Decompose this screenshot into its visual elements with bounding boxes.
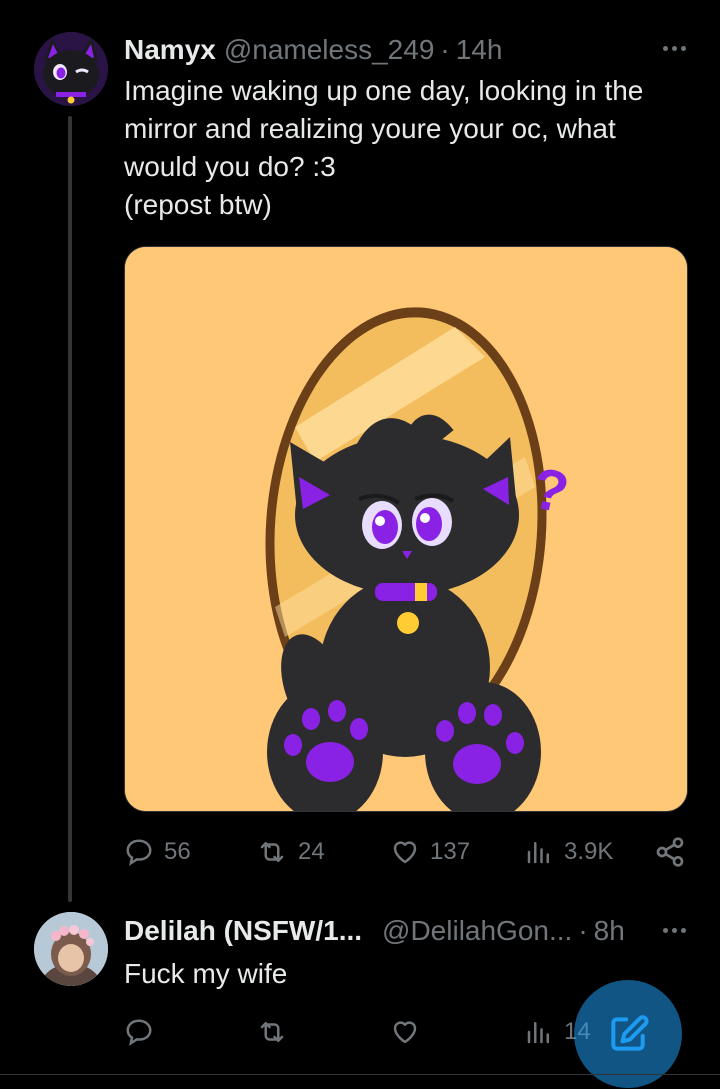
avatar[interactable] — [34, 912, 108, 986]
reply-icon — [126, 839, 152, 866]
reply-header: Delilah (NSFW/1... @DelilahGon... · 8h — [124, 910, 700, 952]
timeline: Namyx @nameless_249 · 14h Imagine waking… — [0, 0, 720, 1089]
handle[interactable]: @DelilahGon... — [382, 915, 572, 947]
repost-icon — [260, 842, 284, 862]
display-name[interactable]: Namyx — [124, 34, 216, 66]
view-count: 3.9K — [564, 838, 614, 865]
oc-mirror-illustration: ? — [125, 247, 687, 811]
repost-button[interactable] — [256, 1012, 288, 1052]
tweet-image[interactable]: ? — [124, 246, 688, 812]
separator: · — [440, 34, 450, 65]
like-icon — [393, 841, 417, 864]
reply-count: 56 — [164, 838, 191, 865]
tweet-actions: 56 24 137 3.9K — [124, 832, 694, 872]
timestamp[interactable]: 8h — [594, 915, 625, 947]
like-count: 137 — [430, 838, 471, 865]
separator: · — [578, 915, 588, 946]
more-icon[interactable] — [658, 36, 690, 60]
like-icon — [393, 1021, 417, 1044]
avatar[interactable] — [34, 32, 108, 106]
repost-button[interactable]: 24 — [256, 832, 325, 872]
reply-text: Fuck my wife — [124, 958, 288, 989]
like-button[interactable] — [390, 1012, 420, 1052]
timestamp[interactable]: 14h — [456, 34, 503, 66]
repost-count: 24 — [298, 838, 325, 865]
compose-icon — [611, 1015, 649, 1051]
views-button[interactable]: 3.9K — [524, 832, 613, 872]
handle[interactable]: @nameless_249 — [224, 34, 435, 66]
thread-line — [68, 116, 72, 902]
tweet-text: Imagine waking up one day, looking in th… — [124, 75, 644, 220]
reply-button[interactable]: 56 — [124, 832, 191, 872]
repost-icon — [260, 1022, 284, 1042]
views-icon — [527, 842, 549, 864]
share-button[interactable] — [654, 832, 686, 872]
compose-button[interactable] — [574, 980, 682, 1088]
reply-icon — [126, 1019, 152, 1046]
tweet-header: Namyx @nameless_249 · 14h — [124, 30, 700, 70]
divider — [0, 1074, 720, 1075]
like-button[interactable]: 137 — [390, 832, 470, 872]
share-icon — [656, 837, 684, 867]
display-name[interactable]: Delilah (NSFW/1... — [124, 915, 362, 947]
more-icon[interactable] — [658, 918, 690, 942]
reply-button[interactable] — [124, 1012, 154, 1052]
views-icon — [527, 1022, 549, 1044]
